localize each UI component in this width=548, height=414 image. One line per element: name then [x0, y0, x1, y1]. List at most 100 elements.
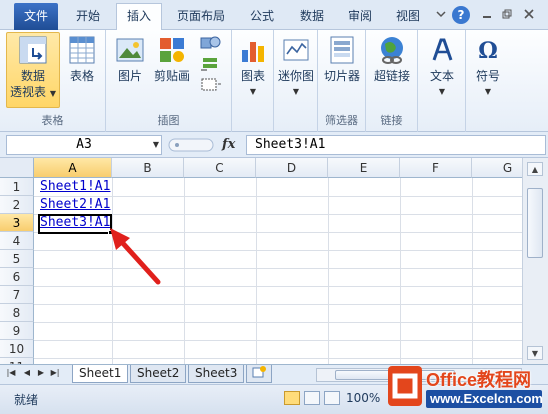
help-icon[interactable]: ? — [452, 6, 470, 24]
first-sheet-icon[interactable]: |◀ — [6, 368, 16, 377]
row-header-10[interactable]: 10 — [0, 340, 34, 358]
sheet-tab-sheet3[interactable]: Sheet3 — [188, 365, 245, 383]
picture-icon — [116, 38, 144, 62]
last-sheet-icon[interactable]: ▶| — [50, 368, 60, 377]
row-header-8[interactable]: 8 — [0, 304, 34, 322]
formula-bar-resize-handle[interactable] — [168, 137, 214, 153]
clipart-icon — [160, 38, 184, 62]
watermark-logo: Office教程网 www.Excelcn.com — [380, 362, 548, 414]
hyperlink-button[interactable]: 超链接 — [368, 34, 416, 84]
picture-label: 图片 — [117, 69, 142, 83]
text-button[interactable]: 文本 ▼ — [420, 34, 464, 100]
name-box-dropdown-icon[interactable]: ▼ — [150, 135, 162, 155]
text-icon — [432, 38, 453, 61]
omega-symbol-icon: Ω — [478, 38, 498, 64]
row-header-6[interactable]: 6 — [0, 268, 34, 286]
group-charts: 图表 ▼ — [232, 30, 274, 132]
screenshot-icon — [201, 78, 221, 91]
status-ready: 就绪 — [14, 393, 39, 407]
clipart-button[interactable]: 剪贴画 — [152, 34, 192, 84]
tab-review[interactable]: 审阅 — [338, 4, 382, 30]
cell-a1-hyperlink[interactable]: Sheet1!A1 — [40, 178, 110, 196]
slicer-icon — [330, 36, 354, 64]
chart-icon — [242, 42, 264, 62]
watermark-name: Office教程网 — [426, 370, 532, 390]
gridline — [34, 322, 522, 323]
normal-view-icon[interactable] — [284, 391, 300, 405]
column-header-f[interactable]: F — [400, 158, 472, 178]
row-header-3[interactable]: 3 — [0, 214, 34, 232]
slicer-button[interactable]: 切片器 — [320, 34, 364, 84]
gridline — [184, 178, 185, 364]
insert-sheet-icon[interactable] — [246, 365, 272, 383]
column-header-d[interactable]: D — [256, 158, 328, 178]
column-header-g[interactable]: G — [472, 158, 522, 178]
text-label: 文本 — [429, 69, 454, 83]
table-icon — [69, 36, 95, 64]
ribbon-tab-bar: 文件 开始 插入 页面布局 公式 数据 审阅 视图 ? — [0, 0, 548, 30]
page-break-view-icon[interactable] — [324, 391, 340, 405]
window-close-icon[interactable] — [522, 8, 536, 22]
sheet-tab-sheet2[interactable]: Sheet2 — [130, 365, 187, 383]
pivot-label-1: 数据 — [20, 69, 45, 83]
cell-a2-hyperlink[interactable]: Sheet2!A1 — [40, 196, 110, 214]
group-tables: 数据 透视表 ▼ 表格 表格 — [0, 30, 106, 132]
tab-home[interactable]: 开始 — [66, 4, 110, 30]
next-sheet-icon[interactable]: ▶ — [36, 368, 46, 377]
name-box[interactable]: A3 — [6, 135, 162, 155]
scroll-up-icon[interactable]: ▲ — [527, 162, 543, 176]
prev-sheet-icon[interactable]: ◀ — [22, 368, 32, 377]
group-label-tables: 表格 — [41, 114, 64, 127]
gridline — [34, 358, 522, 359]
gridline — [256, 178, 257, 364]
shapes-button[interactable] — [198, 34, 224, 57]
hyperlink-globe-icon — [381, 37, 403, 64]
scroll-down-icon[interactable]: ▼ — [527, 346, 543, 360]
column-header-a[interactable]: A — [34, 158, 112, 178]
tab-view[interactable]: 视图 — [386, 4, 430, 30]
tab-formulas[interactable]: 公式 — [240, 4, 284, 30]
page-layout-view-icon[interactable] — [304, 391, 320, 405]
pivot-table-button[interactable]: 数据 透视表 ▼ — [6, 34, 60, 102]
formula-input[interactable]: Sheet3!A1 — [246, 135, 546, 155]
row-header-2[interactable]: 2 — [0, 196, 34, 214]
minimize-ribbon-icon[interactable] — [434, 8, 448, 22]
worksheet-grid[interactable]: A B C D E F G 1 2 3 4 5 6 7 8 9 10 11 Sh… — [0, 158, 522, 364]
column-header-c[interactable]: C — [184, 158, 256, 178]
hyperlink-label: 超链接 — [373, 69, 410, 83]
sheet-tab-sheet1[interactable]: Sheet1 — [72, 365, 129, 383]
insert-function-icon[interactable]: fx — [222, 137, 235, 152]
window-restore-icon[interactable] — [500, 8, 514, 22]
group-filter: 切片器 筛选器 — [318, 30, 366, 132]
gridline — [328, 178, 329, 364]
table-button[interactable]: 表格 — [62, 34, 102, 84]
tab-insert[interactable]: 插入 — [116, 3, 162, 30]
window-minimize-icon[interactable] — [480, 8, 494, 22]
row-header-9[interactable]: 9 — [0, 322, 34, 340]
symbol-button[interactable]: Ω 符号 ▼ — [468, 34, 508, 100]
row-header-5[interactable]: 5 — [0, 250, 34, 268]
group-illustrations: 图片 剪贴画 插图 — [106, 30, 232, 132]
tab-data[interactable]: 数据 — [290, 4, 334, 30]
picture-button[interactable]: 图片 — [112, 34, 148, 84]
select-all-corner[interactable] — [0, 158, 34, 178]
tab-file[interactable]: 文件 — [14, 3, 58, 30]
symbol-label: 符号 — [475, 69, 500, 83]
screenshot-button[interactable] — [198, 76, 224, 97]
office-logo-icon — [388, 366, 422, 406]
smartart-button[interactable] — [198, 56, 224, 77]
tab-page-layout[interactable]: 页面布局 — [168, 4, 234, 30]
group-text: 文本 ▼ — [418, 30, 466, 132]
row-header-7[interactable]: 7 — [0, 286, 34, 304]
gridline — [400, 178, 401, 364]
row-header-4[interactable]: 4 — [0, 232, 34, 250]
column-header-b[interactable]: B — [112, 158, 184, 178]
vertical-scrollbar[interactable]: ▲ ▼ — [522, 158, 548, 364]
vertical-scroll-thumb[interactable] — [527, 188, 543, 258]
sparkline-button[interactable]: 迷你图 ▼ — [276, 34, 316, 100]
chart-button[interactable]: 图表 ▼ — [234, 34, 272, 100]
row-header-1[interactable]: 1 — [0, 178, 34, 196]
annotation-arrow — [110, 228, 161, 285]
column-header-e[interactable]: E — [328, 158, 400, 178]
zoom-level[interactable]: 100% — [346, 391, 380, 405]
